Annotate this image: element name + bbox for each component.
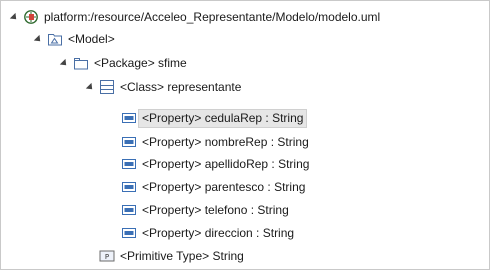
property-icon [121,179,137,195]
tree-node-package[interactable]: <Package> sfime [57,53,187,73]
tree-node-label: platform:/resource/Acceleo_Representante… [44,10,381,24]
property-icon [121,110,137,126]
tree-node-label: <Property> parentesco : String [142,180,306,194]
collapse-toggle-icon[interactable] [83,81,96,93]
tree-node-property[interactable]: <Property> direccion : String [121,223,294,243]
tree-node-resource[interactable]: platform:/resource/Acceleo_Representante… [7,7,380,27]
property-icon [121,134,137,150]
uml-resource-icon [23,9,39,25]
tree-node-label: <Property> nombreRep : String [142,135,309,149]
package-icon [73,55,89,71]
collapse-toggle-icon[interactable] [7,11,20,23]
svg-text:P: P [105,253,109,261]
tree-node-label: <Model> [68,32,115,46]
tree-node-property[interactable]: <Property> apellidoRep : String [121,154,309,174]
tree-node-property[interactable]: <Property> telefono : String [121,200,289,220]
class-icon [99,79,115,95]
tree-node-label: <Property> apellidoRep : String [142,157,310,171]
tree-node-property[interactable]: <Property> parentesco : String [121,177,305,197]
property-icon [121,225,137,241]
tree-node-primitive-type[interactable]: P <Primitive Type> String [99,246,244,266]
property-icon [121,202,137,218]
tree-node-property[interactable]: <Property> cedulaRep : String [121,108,308,128]
tree-node-property[interactable]: <Property> nombreRep : String [121,132,309,152]
collapse-toggle-icon[interactable] [31,33,44,45]
primitive-type-icon: P [99,248,115,264]
tree-node-class[interactable]: <Class> representante [83,77,241,97]
tree-node-label: <Primitive Type> String [120,249,244,263]
model-tree: platform:/resource/Acceleo_Representante… [0,0,490,270]
tree-node-label: <Property> cedulaRep : String [138,108,308,128]
tree-node-label: <Class> representante [120,80,242,94]
tree-node-label: <Package> sfime [94,56,187,70]
model-icon [47,31,63,47]
tree-node-model[interactable]: <Model> [31,29,115,49]
tree-node-label: <Property> direccion : String [142,226,295,240]
collapse-toggle-icon[interactable] [57,57,70,69]
tree-node-label: <Property> telefono : String [142,203,289,217]
property-icon [121,156,137,172]
